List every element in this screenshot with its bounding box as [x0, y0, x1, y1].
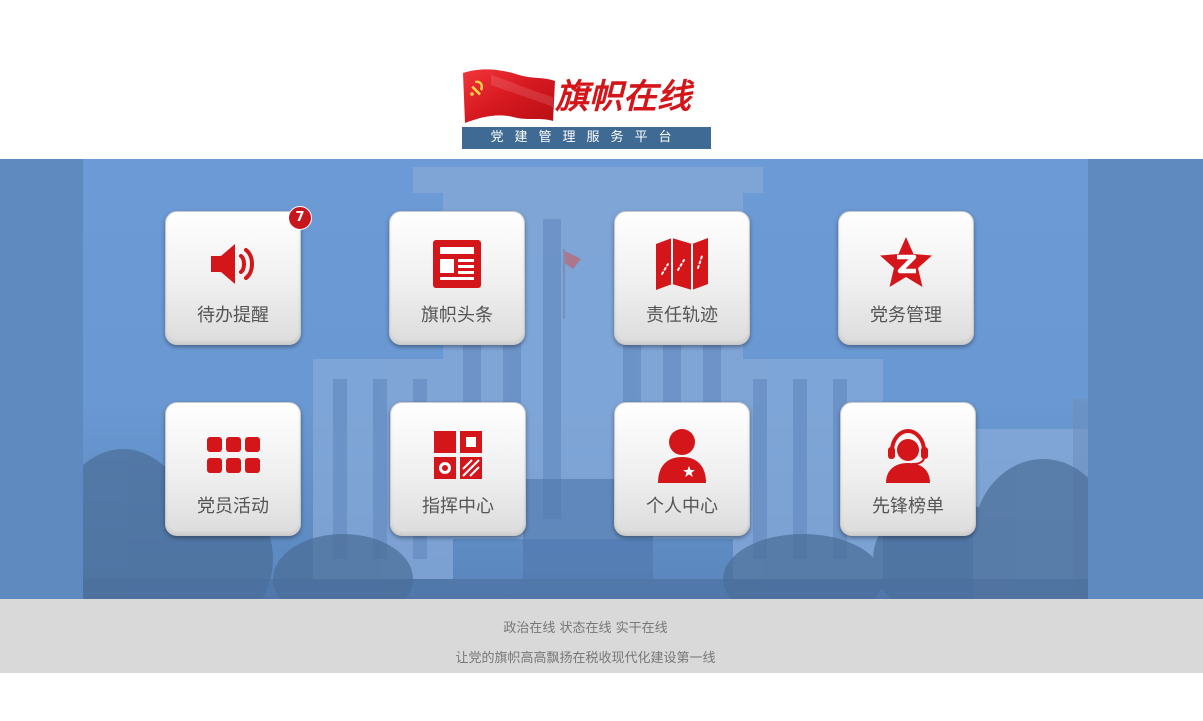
- tile-command-center[interactable]: 指挥中心: [390, 402, 526, 536]
- tile-label: 党务管理: [870, 305, 942, 326]
- tile-personal-center[interactable]: 个人中心: [614, 402, 750, 536]
- logo[interactable]: 旗帜在线 党建管理服务平台: [461, 65, 713, 149]
- tile-label: 待办提醒: [197, 305, 269, 326]
- tile-flag-headlines[interactable]: 旗帜头条: [389, 211, 525, 345]
- hero-banner: 待办提醒 7 旗帜头条 责任轨迹 党务管理 党员活动 指挥中心 个人中心 先锋榜…: [83, 159, 1088, 599]
- map-icon: [652, 234, 712, 294]
- tile-label: 先锋榜单: [872, 496, 944, 517]
- header: 旗帜在线 党建管理服务平台: [0, 0, 1203, 159]
- footer-slogan: 政治在线 状态在线 实干在线: [503, 621, 668, 636]
- person-icon: [652, 425, 712, 485]
- logo-subtitle: 党建管理服务平台: [462, 127, 711, 149]
- tile-responsibility-track[interactable]: 责任轨迹: [614, 211, 750, 345]
- tile-vanguard-ranking[interactable]: 先锋榜单: [840, 402, 976, 536]
- tile-label: 党员活动: [197, 496, 269, 517]
- flag-icon: [463, 69, 555, 123]
- footer-tagline: 让党的旗帜高高飘扬在税收现代化建设第一线: [455, 651, 716, 666]
- newspaper-icon: [427, 234, 487, 294]
- tile-label: 指挥中心: [422, 496, 494, 517]
- command-grid-icon: [428, 425, 488, 485]
- notification-badge: 7: [288, 206, 312, 230]
- tile-todo-reminder[interactable]: 待办提醒 7: [165, 206, 312, 345]
- page: 旗帜在线 党建管理服务平台 待办提醒 7 旗帜头条 责任轨迹 党务管理 党员活动…: [0, 0, 1203, 721]
- tile-label: 个人中心: [646, 496, 718, 517]
- footer: 政治在线 状态在线 实干在线 让党的旗帜高高飘扬在税收现代化建设第一线: [0, 599, 1203, 673]
- tile-label: 旗帜头条: [421, 305, 493, 326]
- star-z-icon: [876, 234, 936, 294]
- grid-dots-icon: [203, 425, 263, 485]
- tile-member-activities[interactable]: 党员活动: [165, 402, 301, 536]
- logo-title: 旗帜在线: [555, 77, 691, 117]
- headset-icon: [878, 425, 938, 485]
- tile-party-affairs[interactable]: 党务管理: [838, 211, 974, 345]
- tile-label: 责任轨迹: [646, 305, 718, 326]
- speaker-icon: [203, 234, 263, 294]
